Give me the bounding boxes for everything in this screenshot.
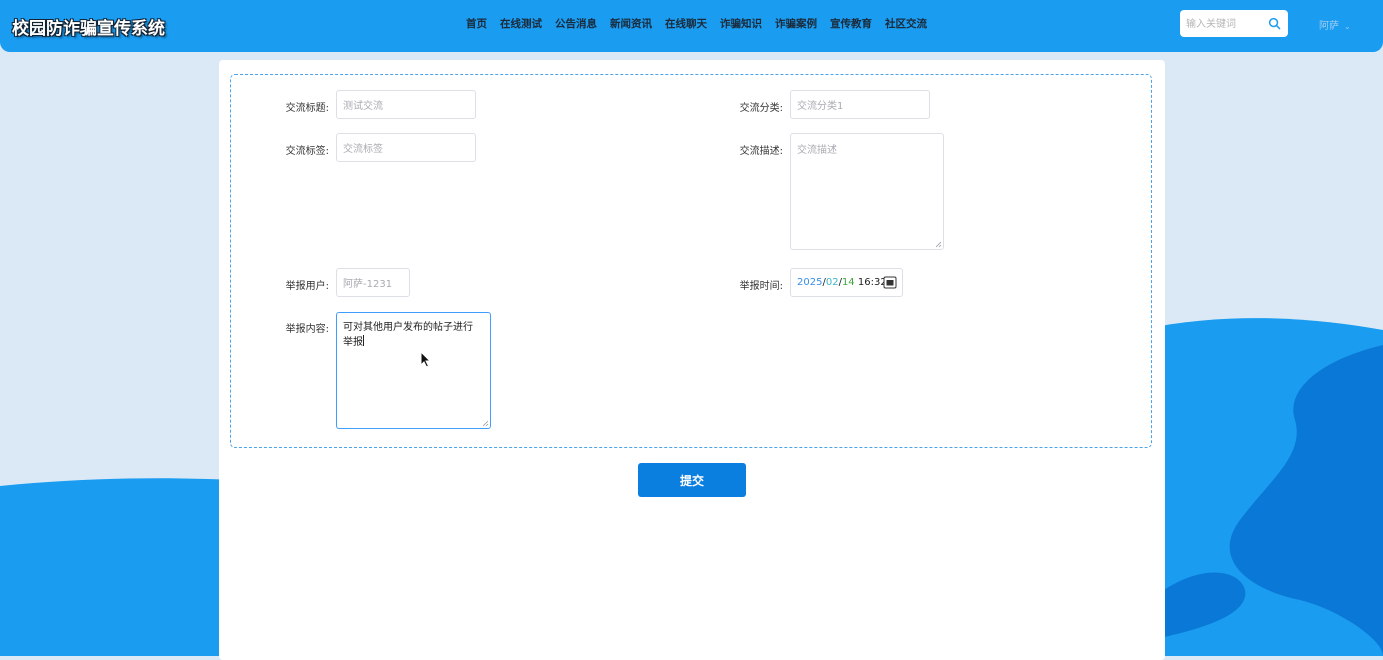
nav-community[interactable]: 社区交流 [885, 16, 927, 31]
main-nav: 首页 在线测试 公告消息 新闻资讯 在线聊天 诈骗知识 诈骗案例 宣传教育 社区… [466, 16, 940, 31]
date-month: 02 [825, 277, 839, 288]
title-field[interactable]: 测试交流 [336, 90, 476, 119]
user-menu[interactable]: 阿萨 ⌄ [1319, 17, 1351, 32]
resize-grip-icon[interactable] [935, 241, 942, 248]
nav-announcements[interactable]: 公告消息 [555, 16, 597, 31]
top-header: 校园防诈骗宣传系统 首页 在线测试 公告消息 新闻资讯 在线聊天 诈骗知识 诈骗… [0, 0, 1383, 52]
nav-fraud-knowledge[interactable]: 诈骗知识 [720, 16, 762, 31]
search-box [1180, 10, 1288, 37]
title-label: 交流标题: [285, 103, 329, 114]
report-content-line2: 举报 [343, 337, 363, 348]
report-user-label: 举报用户: [285, 281, 329, 292]
nav-fraud-cases[interactable]: 诈骗案例 [775, 16, 817, 31]
report-content-line1: 可对其他用户发布的帖子进行 [343, 322, 473, 333]
desc-label: 交流描述: [739, 146, 783, 157]
mouse-pointer-icon [420, 351, 432, 368]
report-time-field[interactable]: 2025/02/14 16:32 [790, 268, 903, 297]
category-field[interactable]: 交流分类1 [790, 90, 930, 119]
report-content-line2-wrap: 举报 [343, 335, 484, 350]
chevron-down-icon: ⌄ [1344, 22, 1351, 31]
desc-textarea[interactable]: 交流描述 [790, 133, 944, 250]
desc-placeholder: 交流描述 [797, 145, 837, 156]
main-card: 交流标题: 测试交流 交流分类: 交流分类1 交流标签: 交流标签 交流描述: … [219, 60, 1165, 660]
date-year: 2025 [797, 277, 823, 288]
nav-online-test[interactable]: 在线测试 [500, 16, 542, 31]
report-content-label: 举报内容: [285, 324, 329, 335]
report-time-label: 举报时间: [739, 281, 783, 292]
search-icon[interactable] [1268, 17, 1281, 30]
site-logo[interactable]: 校园防诈骗宣传系统 [12, 14, 165, 39]
search-input[interactable] [1184, 14, 1268, 34]
nav-education[interactable]: 宣传教育 [830, 16, 872, 31]
tags-label: 交流标签: [285, 146, 329, 157]
resize-grip-icon[interactable] [482, 420, 489, 427]
nav-online-chat[interactable]: 在线聊天 [665, 16, 707, 31]
user-name: 阿萨 [1319, 21, 1339, 32]
report-user-field[interactable]: 阿萨-1231 [336, 268, 410, 297]
nav-home[interactable]: 首页 [466, 16, 487, 31]
calendar-icon[interactable] [883, 276, 897, 289]
report-form: 交流标题: 测试交流 交流分类: 交流分类1 交流标签: 交流标签 交流描述: … [230, 74, 1152, 448]
nav-news[interactable]: 新闻资讯 [610, 16, 652, 31]
text-caret [363, 335, 364, 346]
tags-field[interactable]: 交流标签 [336, 133, 476, 162]
report-content-textarea[interactable]: 可对其他用户发布的帖子进行 举报 [336, 312, 491, 429]
category-label: 交流分类: [739, 103, 783, 114]
date-day: 14 [841, 277, 855, 288]
submit-button[interactable]: 提交 [638, 463, 746, 497]
